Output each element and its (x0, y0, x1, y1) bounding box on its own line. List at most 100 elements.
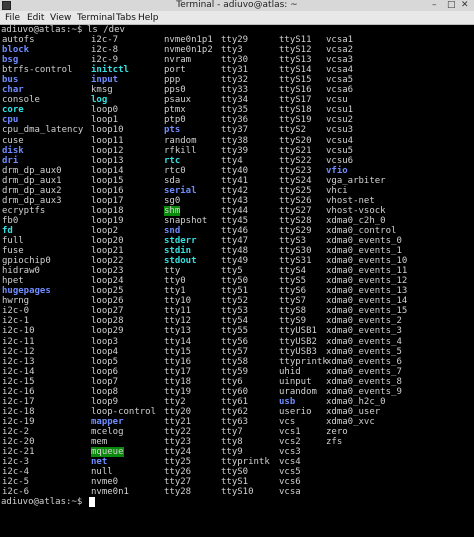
device-entry: xdma0_events_2 (326, 316, 402, 327)
device-entry: tty57 (221, 346, 249, 357)
device-entry: ttyUSB2 (279, 336, 317, 347)
device-entry: vga_arbiter (326, 175, 386, 186)
device-entry: loop8 (91, 386, 119, 397)
device-entry: gpiochip0 (2, 256, 51, 267)
device-entry: ttyS11 (279, 35, 312, 45)
menu-edit[interactable]: Edit (27, 11, 44, 25)
device-entry: serial (164, 185, 197, 196)
device-entry: i2c-2 (2, 426, 30, 437)
device-entry: loop12 (91, 145, 124, 156)
device-entry: pts (164, 125, 181, 136)
device-entry: ttyS1 (221, 477, 249, 488)
device-entry: ttyS13 (279, 55, 312, 66)
device-entry: tty43 (221, 195, 249, 206)
device-entry: ttyS30 (279, 246, 312, 257)
device-entry: snapshot (164, 215, 208, 226)
device-entry: ttyS10 (221, 487, 254, 498)
device-entry: i2c-9 (91, 55, 119, 66)
maximize-button[interactable]: □ (447, 0, 456, 11)
device-entry: xdma0_events_12 (326, 276, 408, 287)
device-entry: ttyUSB3 (279, 346, 317, 357)
shell-prompt: adiuvo@atlas:~$ (1, 25, 88, 35)
device-entry: ttyS2 (279, 125, 307, 136)
device-entry: tty56 (221, 336, 249, 347)
device-entry: ttyS17 (279, 95, 312, 106)
device-entry: i2c-16 (2, 386, 35, 397)
menu-terminal[interactable]: Terminal (77, 11, 115, 25)
device-entry: i2c-19 (2, 416, 35, 427)
command-text: ls /dev (87, 25, 125, 35)
device-entry: tty52 (221, 296, 249, 307)
device-entry: tty45 (221, 215, 249, 226)
device-entry: drm_dp_aux1 (2, 175, 62, 186)
device-entry: tty1 (164, 286, 186, 297)
device-entry: btrfs-control (2, 65, 73, 76)
device-entry: tty23 (164, 437, 192, 447)
device-entry: fuse (2, 246, 24, 257)
menu-file[interactable]: File (5, 11, 20, 25)
device-entry: vcsu6 (326, 155, 354, 166)
close-button[interactable]: ✕ (461, 0, 469, 11)
device-entry: snd (164, 225, 181, 236)
device-entry: sg0 (164, 195, 181, 206)
device-entry: xdma0_events_10 (326, 256, 408, 267)
device-entry: xdma0_events_5 (326, 346, 402, 357)
device-entry: drm_dp_aux0 (2, 165, 62, 176)
device-entry: ttyS9 (279, 316, 307, 327)
device-entry: tty4 (221, 155, 243, 166)
device-entry: i2c-5 (2, 477, 30, 488)
device-entry: i2c-6 (2, 487, 30, 498)
device-entry: ttyS21 (279, 145, 312, 156)
device-entry: tty44 (221, 205, 249, 216)
device-entry: ttyS12 (279, 45, 312, 56)
device-entry: vhost-net (326, 195, 375, 206)
device-entry: ppp (164, 75, 181, 86)
minimize-button[interactable]: – (432, 0, 437, 11)
device-entry: input (91, 75, 119, 86)
device-entry: nvme0n1p1 (164, 35, 213, 45)
device-entry: tty42 (221, 185, 249, 196)
device-entry: ttyS3 (279, 236, 307, 246)
device-entry: loop24 (91, 276, 124, 287)
device-entry: tty11 (164, 306, 192, 317)
menu-tabs[interactable]: Tabs (116, 11, 136, 25)
device-entry: mcelog (91, 426, 124, 437)
device-entry: tty46 (221, 225, 249, 236)
device-entry: loop4 (91, 346, 119, 357)
menu-help[interactable]: Help (138, 11, 159, 25)
device-entry: vcsu2 (326, 115, 354, 126)
device-entry: ttyS8 (279, 306, 307, 317)
device-entry: tty32 (221, 75, 249, 86)
device-entry: xdma0_events_7 (326, 366, 402, 377)
device-entry: ttyS26 (279, 195, 312, 206)
device-entry: loop26 (91, 296, 124, 307)
device-entry: tty34 (221, 95, 249, 106)
device-entry: tty13 (164, 326, 192, 337)
device-entry: xdma0_events_4 (326, 336, 402, 347)
device-entry: vcsa1 (326, 35, 354, 45)
menu-view[interactable]: View (50, 11, 71, 25)
device-entry: loop14 (91, 165, 124, 176)
device-entry: ttyS19 (279, 115, 312, 126)
device-entry: tty48 (221, 246, 249, 257)
device-entry: userio (279, 406, 312, 417)
device-entry: loop0 (91, 105, 119, 116)
device-entry: i2c-20 (2, 437, 35, 447)
device-entry: mapper (91, 416, 124, 427)
device-entry: ptp0 (164, 115, 186, 126)
device-entry: cuse (2, 135, 24, 146)
device-entry: tty22 (164, 426, 192, 437)
device-entry: xdma0_events_13 (326, 286, 408, 297)
device-entry: uinput (279, 376, 312, 387)
device-entry: ttyS7 (279, 296, 307, 307)
terminal-output[interactable]: adiuvo@atlas:~$ ls /dev autofs i2c-7 nvme0… (0, 25, 474, 535)
window-titlebar: Terminal - adiuvo@atlas: ~ – □ ✕ (0, 0, 474, 11)
device-entry: ttyS28 (279, 215, 312, 226)
device-entry: vcs1 (279, 426, 301, 437)
device-entry: i2c-3 (2, 457, 30, 468)
device-entry: i2c-7 (91, 35, 119, 45)
device-entry: tty21 (164, 416, 192, 427)
device-entry: tty62 (221, 406, 249, 417)
device-entry: pps0 (164, 85, 186, 96)
device-entry: ttyS4 (279, 266, 307, 277)
